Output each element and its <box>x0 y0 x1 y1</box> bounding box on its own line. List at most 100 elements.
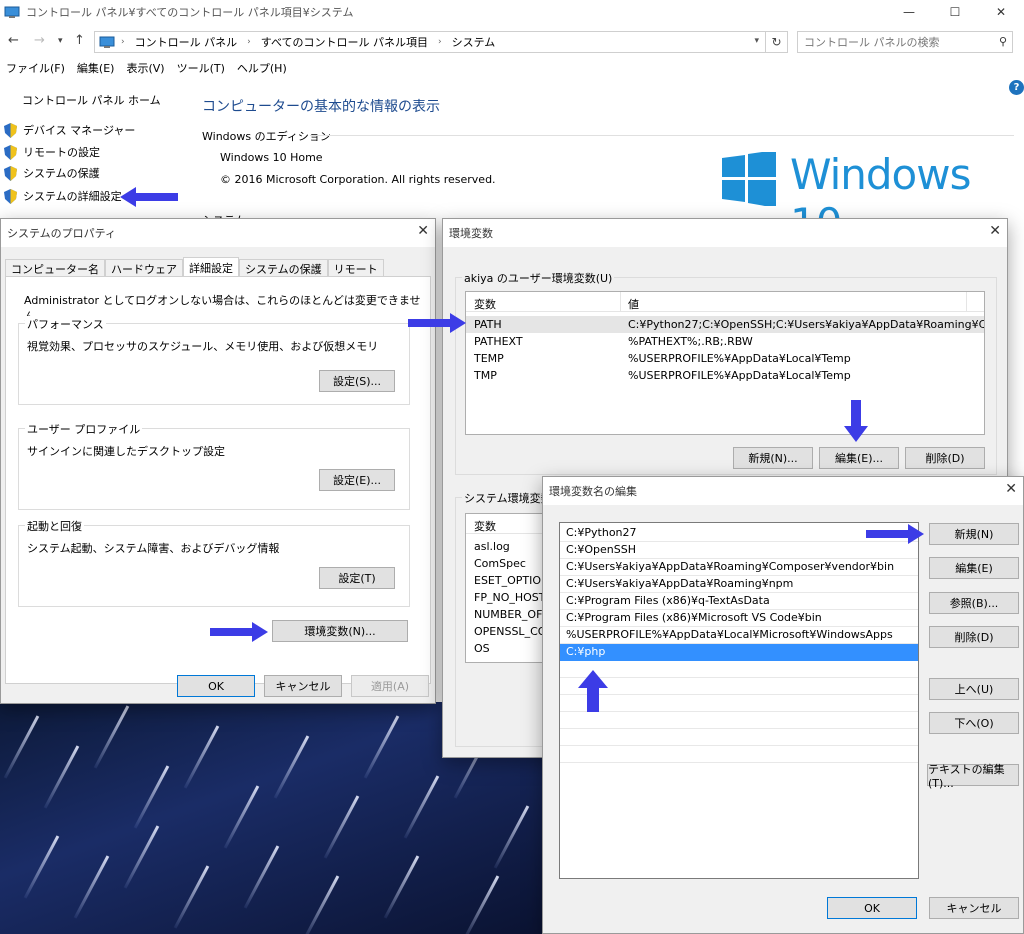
maximize-icon[interactable]: ☐ <box>932 0 978 24</box>
copyright-text: © 2016 Microsoft Corporation. All rights… <box>220 173 496 186</box>
dialog-title: 環境変数名の編集 <box>549 485 637 498</box>
side-link-system-protection[interactable]: システムの保護 <box>4 165 100 181</box>
variable-value: %PATHEXT%;.RB;.RBW <box>628 335 753 348</box>
address-row: ← → ▾ ↑ › コントロール パネル › すべてのコントロール パネル項目 … <box>0 30 1024 54</box>
list-item-selected[interactable]: C:¥php <box>560 644 918 661</box>
search-placeholder: コントロール パネルの検索 <box>804 36 940 49</box>
cancel-button[interactable]: キャンセル <box>264 675 342 697</box>
ok-button[interactable]: OK <box>827 897 917 919</box>
table-row[interactable]: TEMP %USERPROFILE%¥AppData¥Local¥Temp <box>466 350 984 367</box>
shield-icon <box>4 122 17 138</box>
edit-environment-variable-dialog: 環境変数名の編集 ✕ C:¥Python27 C:¥OpenSSH C:¥Use… <box>542 476 1024 934</box>
side-link-label: デバイス マネージャー <box>23 124 136 137</box>
user-profile-group: ユーザー プロファイル サインインに関連したデスクトップ設定 設定(E)... <box>18 421 410 510</box>
tab-advanced[interactable]: 詳細設定 <box>183 257 239 277</box>
list-item[interactable]: %USERPROFILE%¥AppData¥Local¥Microsoft¥Wi… <box>560 627 918 644</box>
menu-view[interactable]: 表示(V) <box>126 60 164 78</box>
new-button[interactable]: 新規(N) <box>929 523 1019 545</box>
back-icon[interactable]: ← <box>8 33 19 48</box>
tab-computer-name[interactable]: コンピューター名 <box>5 259 105 277</box>
variable-name: OS <box>474 642 490 655</box>
breadcrumb-system[interactable]: システム <box>452 34 496 50</box>
environment-variables-button[interactable]: 環境変数(N)... <box>272 620 408 642</box>
list-item[interactable]: C:¥Users¥akiya¥AppData¥Roaming¥npm <box>560 576 918 593</box>
dropdown-icon[interactable]: ▾ <box>754 36 759 46</box>
menu-help[interactable]: ヘルプ(H) <box>237 60 287 78</box>
dialog-title-bar: システムのプロパティ ✕ <box>1 219 435 247</box>
user-profile-title: ユーザー プロファイル <box>25 421 143 437</box>
table-row[interactable]: PATHEXT %PATHEXT%;.RB;.RBW <box>466 333 984 350</box>
tab-system-protection[interactable]: システムの保護 <box>239 259 328 277</box>
address-bar[interactable]: › コントロール パネル › すべてのコントロール パネル項目 › システム ▾ <box>94 31 766 53</box>
close-icon[interactable]: ✕ <box>1005 481 1017 497</box>
edit-text-button[interactable]: テキストの編集(T)... <box>927 763 1019 790</box>
dialog-title: 環境変数 <box>449 227 493 240</box>
control-panel-home-link[interactable]: コントロール パネル ホーム <box>22 92 161 108</box>
variable-name: ComSpec <box>474 557 526 570</box>
breadcrumb-all-items[interactable]: すべてのコントロール パネル項目 <box>261 34 428 50</box>
column-header-variable[interactable]: 変数 <box>474 296 496 312</box>
up-icon[interactable]: ↑ <box>74 33 85 48</box>
delete-button[interactable]: 削除(D) <box>929 626 1019 648</box>
dialog-title-bar: 環境変数名の編集 ✕ <box>543 477 1023 505</box>
side-link-remote-settings[interactable]: リモートの設定 <box>4 144 100 160</box>
move-up-button[interactable]: 上へ(U) <box>929 678 1019 700</box>
arrow-up-icon <box>578 670 608 712</box>
shield-icon <box>4 165 17 181</box>
variable-name: PATHEXT <box>474 335 523 348</box>
startup-recovery-settings-button[interactable]: 設定(T) <box>319 567 395 589</box>
user-delete-button[interactable]: 削除(D) <box>905 447 985 469</box>
column-header-variable[interactable]: 変数 <box>474 518 496 534</box>
page-title: コンピューターの基本的な情報の表示 <box>202 99 440 115</box>
chevron-down-icon[interactable]: ▾ <box>58 36 63 46</box>
browse-button[interactable]: 参照(B)... <box>929 592 1019 614</box>
breadcrumb-control-panel[interactable]: コントロール パネル <box>135 34 238 50</box>
column-header-value[interactable]: 値 <box>628 296 639 312</box>
breadcrumb-separator-icon: › <box>438 37 442 47</box>
help-icon[interactable]: ? <box>1009 80 1024 95</box>
variable-name: TEMP <box>474 352 504 365</box>
path-entry-list[interactable]: C:¥Python27 C:¥OpenSSH C:¥Users¥akiya¥Ap… <box>559 522 919 879</box>
minimize-icon[interactable]: — <box>886 0 932 24</box>
user-variables-list[interactable]: 変数 値 PATH C:¥Python27;C:¥OpenSSH;C:¥User… <box>465 291 985 435</box>
close-icon[interactable]: ✕ <box>978 0 1024 24</box>
arrow-right-icon <box>210 622 268 642</box>
user-profile-settings-button[interactable]: 設定(E)... <box>319 469 395 491</box>
apply-button[interactable]: 適用(A) <box>351 675 429 697</box>
refresh-icon[interactable]: ↻ <box>766 31 788 53</box>
edition-section-title: Windows のエディション <box>202 130 331 143</box>
dialog-title-bar: 環境変数 ✕ <box>443 219 1007 247</box>
breadcrumb-separator-icon: › <box>121 37 125 47</box>
search-icon[interactable]: ⚲ <box>999 35 1007 48</box>
side-link-device-manager[interactable]: デバイス マネージャー <box>4 122 135 138</box>
table-row[interactable]: PATH C:¥Python27;C:¥OpenSSH;C:¥Users¥aki… <box>466 316 984 333</box>
tab-hardware[interactable]: ハードウェア <box>105 259 183 277</box>
forward-icon[interactable]: → <box>34 33 45 48</box>
menu-tools[interactable]: ツール(T) <box>177 60 225 78</box>
cancel-button[interactable]: キャンセル <box>929 897 1019 919</box>
control-panel-icon <box>99 36 115 48</box>
variable-value: C:¥Python27;C:¥OpenSSH;C:¥Users¥akiya¥Ap… <box>628 318 984 331</box>
user-edit-button[interactable]: 編集(E)... <box>819 447 899 469</box>
list-item[interactable]: C:¥Users¥akiya¥AppData¥Roaming¥Composer¥… <box>560 559 918 576</box>
edit-button[interactable]: 編集(E) <box>929 557 1019 579</box>
move-down-button[interactable]: 下へ(O) <box>929 712 1019 734</box>
side-link-advanced-settings[interactable]: システムの詳細設定 <box>4 188 122 204</box>
performance-settings-button[interactable]: 設定(S)... <box>319 370 395 392</box>
tab-remote[interactable]: リモート <box>327 259 384 277</box>
arrow-left-icon <box>120 187 178 207</box>
search-input[interactable]: コントロール パネルの検索 ⚲ <box>797 31 1013 53</box>
user-new-button[interactable]: 新規(N)... <box>733 447 813 469</box>
ok-button[interactable]: OK <box>177 675 255 697</box>
list-item[interactable]: C:¥Program Files (x86)¥Microsoft VS Code… <box>560 610 918 627</box>
table-row[interactable]: TMP %USERPROFILE%¥AppData¥Local¥Temp <box>466 367 984 384</box>
menu-file[interactable]: ファイル(F) <box>6 60 65 78</box>
list-item[interactable]: C:¥Program Files (x86)¥q-TextAsData <box>560 593 918 610</box>
menu-edit[interactable]: 編集(E) <box>77 60 115 78</box>
shield-icon <box>4 144 17 160</box>
side-link-label: システムの詳細設定 <box>23 190 122 203</box>
dialog-title: システムのプロパティ <box>7 227 117 240</box>
variable-name: FP_NO_HOST_ <box>474 591 551 604</box>
close-icon[interactable]: ✕ <box>989 223 1001 239</box>
close-icon[interactable]: ✕ <box>417 223 429 239</box>
